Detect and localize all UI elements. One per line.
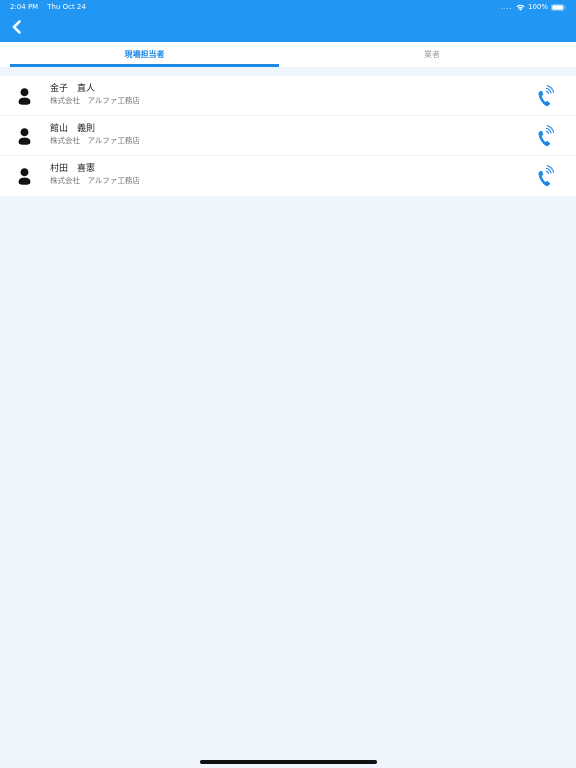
person-icon (18, 168, 31, 185)
back-button[interactable] (6, 17, 26, 37)
status-bar-right: .... 100% (501, 2, 566, 12)
battery-percentage: 100% (527, 3, 548, 11)
signal-indicator: .... (501, 3, 512, 11)
status-time: 2:04 PM (10, 3, 39, 11)
contact-company: 株式会社 アルファ工務店 (50, 96, 140, 105)
call-button[interactable] (536, 124, 556, 148)
phone-ringing-icon (538, 85, 555, 107)
status-bar-left: 2:04 PM Thu Oct 24 (10, 2, 86, 12)
list-item[interactable]: 村田 喜憲 株式会社 アルファ工務店 (0, 156, 576, 196)
person-icon (18, 128, 31, 145)
wifi-icon (516, 4, 525, 11)
contact-list: 金子 直人 株式会社 アルファ工務店 館山 義則 株式会社 アルファ工務店 村田… (0, 76, 576, 196)
list-item[interactable]: 金子 直人 株式会社 アルファ工務店 (0, 76, 576, 116)
tab-indicator (10, 64, 279, 67)
call-button[interactable] (536, 84, 556, 108)
contact-company: 株式会社 アルファ工務店 (50, 176, 140, 185)
tab-bar: 現場担当者 業者 (0, 42, 576, 67)
home-indicator (200, 760, 377, 764)
app-root: 2:04 PM Thu Oct 24 .... 100% 現場担当者 業者 金子… (0, 0, 576, 768)
contact-name: 金子 直人 (50, 84, 96, 94)
contact-name: 館山 義則 (50, 124, 96, 134)
top-app-bar: 2:04 PM Thu Oct 24 .... 100% (0, 0, 576, 42)
chevron-left-icon (12, 20, 21, 34)
battery-icon (551, 3, 566, 11)
list-item[interactable]: 館山 義則 株式会社 アルファ工務店 (0, 116, 576, 156)
contact-company: 株式会社 アルファ工務店 (50, 136, 140, 145)
status-date: Thu Oct 24 (47, 3, 86, 11)
call-button[interactable] (536, 164, 556, 188)
phone-ringing-icon (538, 165, 555, 187)
phone-ringing-icon (538, 125, 555, 147)
tab-vendors[interactable]: 業者 (288, 42, 576, 67)
contact-name: 村田 喜憲 (50, 164, 96, 174)
person-icon (18, 88, 31, 105)
